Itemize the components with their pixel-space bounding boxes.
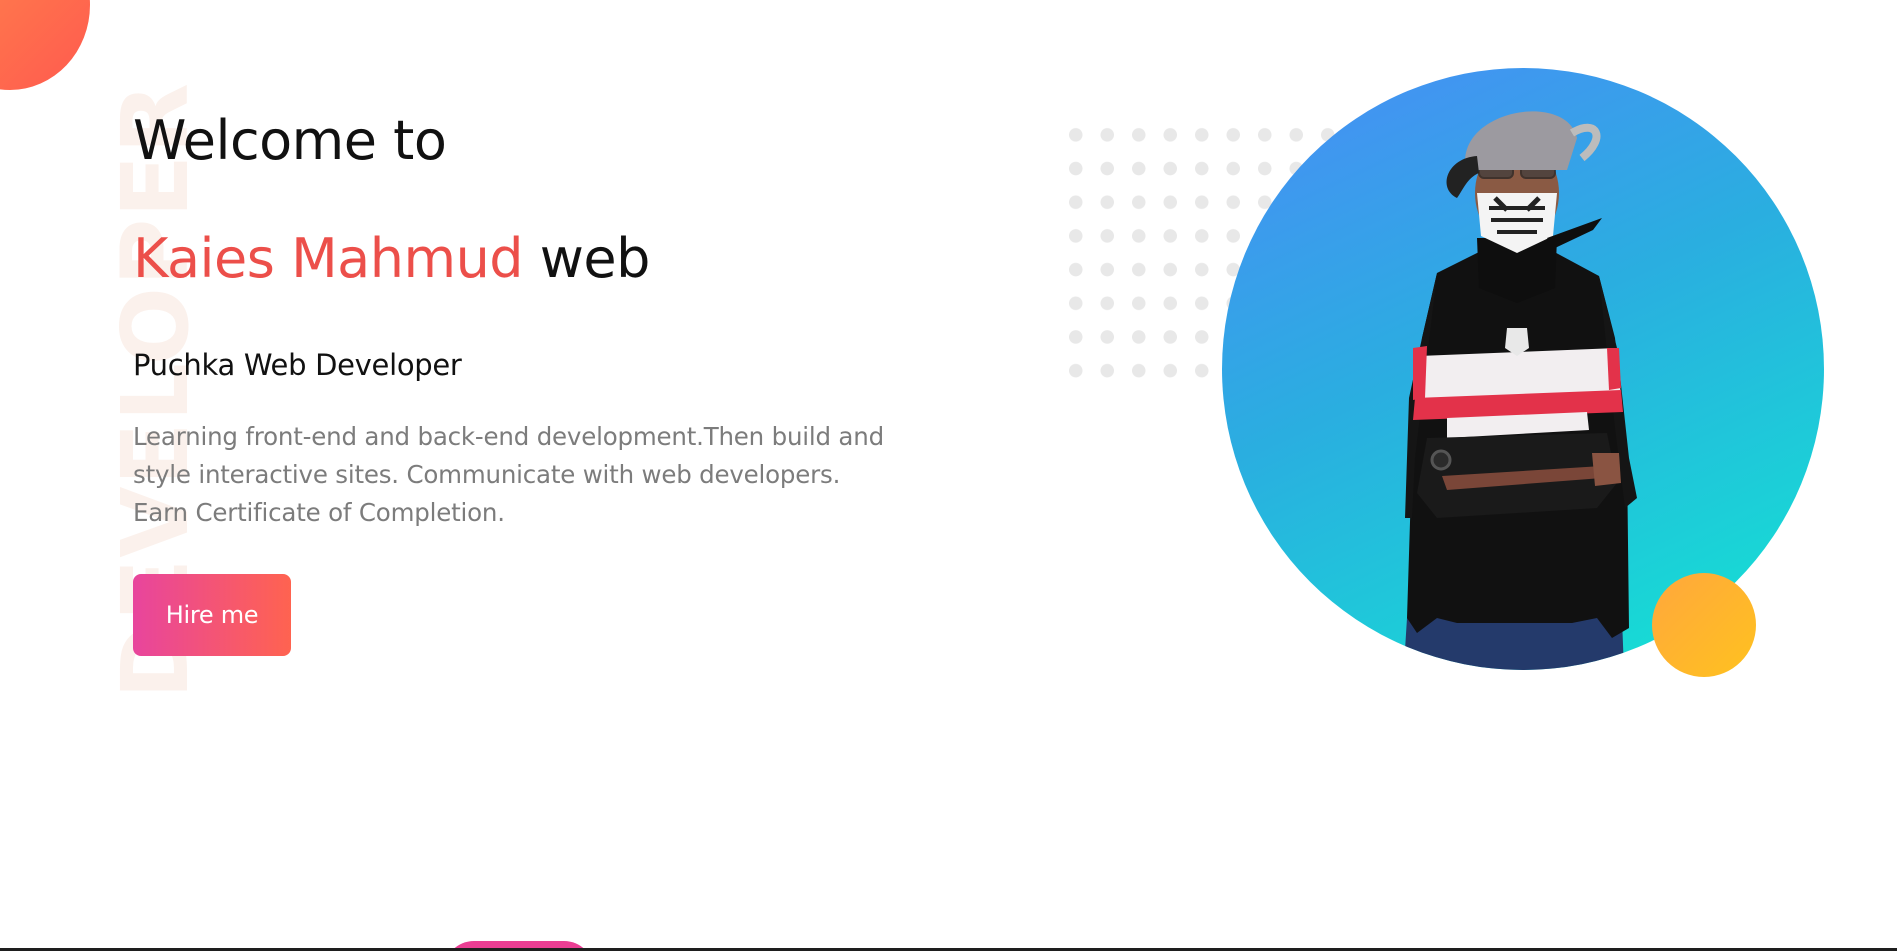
name-heading: Kaies Mahmud web <box>133 228 893 290</box>
person-photo-icon <box>1403 111 1637 670</box>
corner-decoration-circle <box>0 0 90 90</box>
portrait-circle <box>1222 68 1824 670</box>
hero-text-block: Welcome to Kaies Mahmud web Puchka Web D… <box>133 109 893 657</box>
orange-accent-circle <box>1652 573 1756 677</box>
role-subtitle: Puchka Web Developer <box>133 348 462 383</box>
hire-me-button[interactable]: Hire me <box>133 574 291 657</box>
name-suffix: web <box>539 227 651 291</box>
intro-description: Learning front-end and back-end developm… <box>133 422 884 528</box>
welcome-heading: Welcome to <box>133 109 447 172</box>
hero-section: DEVELOPER Welcome to Kaies Mahmud web Pu… <box>0 0 1897 951</box>
highlighted-name: Kaies Mahmud <box>133 227 524 291</box>
